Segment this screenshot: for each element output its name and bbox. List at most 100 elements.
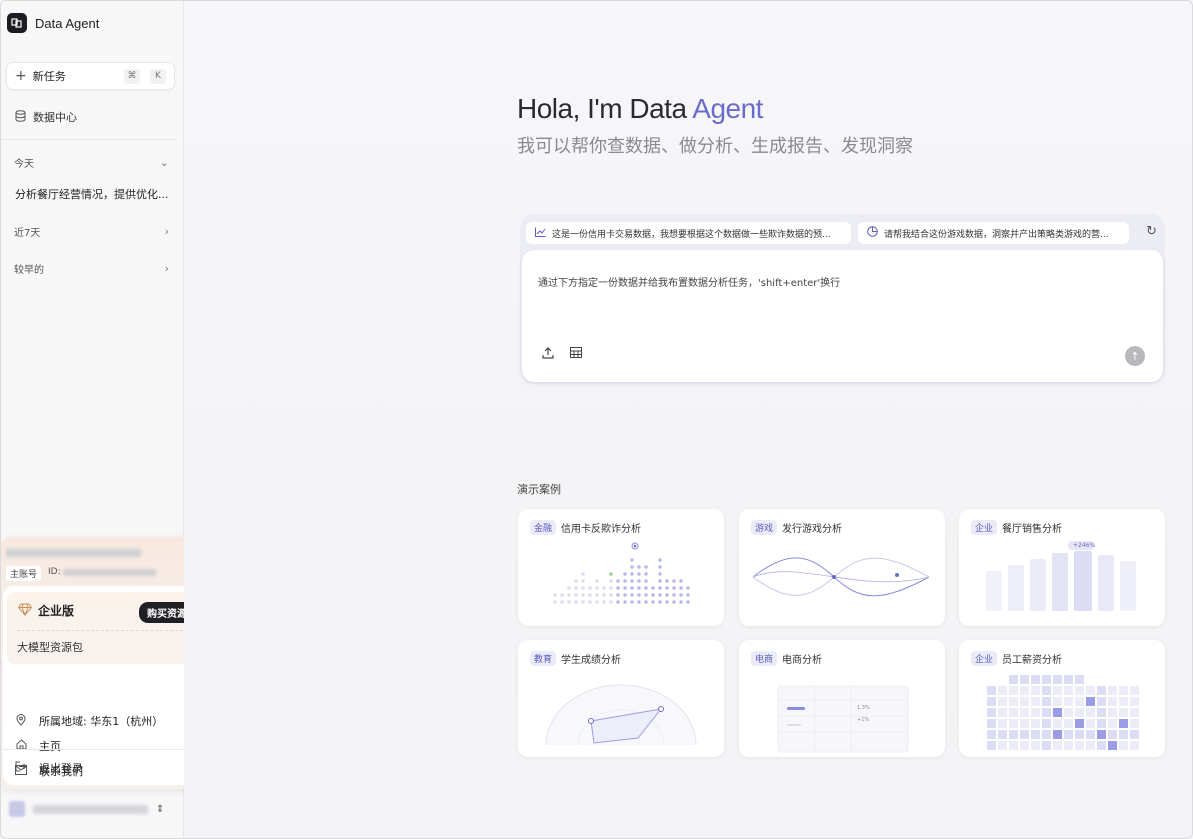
heatmap-cell	[1042, 675, 1051, 684]
database-icon	[15, 109, 26, 125]
up-down-chevron-icon: ⇕	[156, 803, 165, 815]
heatmap-cell	[1075, 730, 1084, 739]
task-input-placeholder[interactable]: 通过下方指定一份数据并给我布置数据分析任务，'shift+enter'换行	[538, 274, 840, 289]
card-header: 企业 员工薪资分析	[971, 651, 1062, 666]
hero-title-accent: Agent	[692, 93, 763, 124]
suggestion-chip[interactable]: 这是一份信用卡交易数据，我想要根据这个数据做一些欺诈数据的预...	[526, 222, 851, 244]
heatmap-cell	[1097, 686, 1106, 695]
table-cell: +1%	[857, 717, 870, 723]
plan-divider	[17, 630, 203, 631]
plus-icon: +	[15, 68, 27, 84]
heatmap-cell	[1009, 708, 1018, 717]
heatmap-cell	[1086, 708, 1095, 717]
section-last-7-days-label: 近7天	[14, 228, 41, 239]
sidebar-item-data-center[interactable]: 数据中心	[15, 109, 77, 125]
card-tag: 电商	[751, 651, 778, 666]
refresh-icon[interactable]: ↻	[1146, 224, 1157, 239]
heatmap-cell	[1130, 708, 1139, 717]
card-title: 餐厅销售分析	[1002, 524, 1063, 535]
heatmap-cell	[1108, 686, 1117, 695]
pie-chart-icon	[867, 226, 878, 240]
demo-card-restaurant-sales[interactable]: +246% 企业 餐厅销售分析	[959, 509, 1165, 626]
heatmap-cell	[1042, 697, 1051, 706]
heatmap-cell	[1075, 686, 1084, 695]
heatmap-cell	[1108, 719, 1117, 728]
heatmap-cell	[1009, 730, 1018, 739]
heatmap-cell	[1009, 686, 1018, 695]
chevron-right-icon: ›	[164, 225, 169, 238]
card-title: 学生成绩分析	[561, 655, 622, 666]
heatmap-cell	[987, 708, 996, 717]
heatmap-cell	[1097, 708, 1106, 717]
demo-card-credit-fraud[interactable]: 金融 信用卡反欺诈分析	[518, 509, 724, 626]
heatmap-cell	[1064, 708, 1073, 717]
data-agent-logo-icon	[7, 13, 27, 33]
heatmap-cell	[1020, 719, 1029, 728]
menu-logout[interactable]: 退出登录	[13, 760, 209, 776]
growth-badge: +246%	[1073, 542, 1096, 549]
heatmap-cell	[1075, 741, 1084, 750]
heatmap-cell	[1108, 730, 1117, 739]
demo-card-game[interactable]: 游戏 发行游戏分析	[739, 509, 945, 626]
heatmap-cell	[1053, 730, 1062, 739]
account-name-redacted	[6, 549, 141, 557]
plan-name: 企业版	[38, 604, 75, 618]
card-title: 发行游戏分析	[782, 524, 843, 535]
resource-row: 大模型资源包 1	[17, 639, 203, 655]
heatmap-cell	[1042, 730, 1051, 739]
card-header: 游戏 发行游戏分析	[751, 520, 842, 535]
heatmap-cell	[998, 708, 1007, 717]
heatmap-cell	[1053, 719, 1062, 728]
heatmap-cell	[1031, 708, 1040, 717]
heatmap-cell	[1020, 708, 1029, 717]
heatmap-cell	[1097, 741, 1106, 750]
heatmap-cell	[1130, 686, 1139, 695]
heatmap-cell	[987, 686, 996, 695]
card-tag: 企业	[971, 520, 998, 535]
demo-card-salary[interactable]: 企业 员工薪资分析	[959, 640, 1165, 757]
heatmap-cell	[987, 741, 996, 750]
heatmap-cell	[1042, 741, 1051, 750]
card-header: 电商 电商分析	[751, 651, 822, 666]
prompt-composer: 这是一份信用卡交易数据，我想要根据这个数据做一些欺诈数据的预... 请帮我结合这…	[520, 214, 1165, 384]
heatmap-cell	[1097, 719, 1106, 728]
heatmap-cell	[1009, 697, 1018, 706]
suggestion-text: 这是一份信用卡交易数据，我想要根据这个数据做一些欺诈数据的预...	[552, 229, 831, 240]
menu-region[interactable]: 所属地域: 华东1（杭州） ›	[13, 713, 209, 729]
heatmap-cell	[1119, 719, 1128, 728]
location-pin-icon	[13, 713, 29, 729]
chevron-down-icon: ⌄	[159, 156, 169, 169]
upload-icon[interactable]	[542, 347, 554, 362]
brand[interactable]: Data Agent	[7, 13, 99, 33]
new-task-button[interactable]: + 新任务 ⌘ K	[6, 62, 175, 90]
username-redacted	[33, 804, 148, 814]
heatmap-cell	[1031, 730, 1040, 739]
menu-home[interactable]: 主页 ↗	[13, 738, 209, 754]
account-id-label: ID:	[48, 567, 61, 577]
account-id-redacted	[63, 569, 156, 576]
heatmap-cell	[1075, 719, 1084, 728]
heatmap-cell	[1053, 697, 1062, 706]
table-icon[interactable]	[570, 347, 582, 361]
section-today[interactable]: 今天 ⌄	[14, 155, 169, 170]
brand-name: Data Agent	[35, 15, 100, 31]
card-header: 金融 信用卡反欺诈分析	[530, 520, 641, 535]
data-center-label: 数据中心	[33, 111, 77, 124]
send-button[interactable]: ↑	[1125, 346, 1145, 366]
home-icon	[13, 739, 29, 753]
section-earlier[interactable]: 较早的 ›	[14, 261, 169, 276]
demo-card-ecommerce[interactable]: 1.3% +1% 电商 电商分析	[739, 640, 945, 757]
new-task-label: 新任务	[32, 70, 66, 83]
suggestion-chip[interactable]: 请帮我结合这份游戏数据，洞察并产出策略类游戏的营...	[858, 222, 1129, 244]
suggestion-text: 请帮我结合这份游戏数据，洞察并产出策略类游戏的营...	[884, 229, 1109, 240]
task-input-box[interactable]: 通过下方指定一份数据并给我布置数据分析任务，'shift+enter'换行 ↑	[522, 250, 1163, 382]
history-item[interactable]: 分析餐厅经营情况，提供优化...	[15, 186, 175, 202]
user-switcher[interactable]: ⇕	[9, 801, 164, 817]
demo-card-student-scores[interactable]: 教育 学生成绩分析	[518, 640, 724, 757]
heatmap-cell	[1009, 741, 1018, 750]
card-header: 教育 学生成绩分析	[530, 651, 621, 666]
heatmap-cell	[1097, 730, 1106, 739]
heatmap-cell	[1108, 741, 1117, 750]
section-last-7-days[interactable]: 近7天 ›	[14, 224, 169, 239]
enterprise-plan-panel: 企业版 购买资源包 大模型资源包 1	[7, 592, 213, 664]
